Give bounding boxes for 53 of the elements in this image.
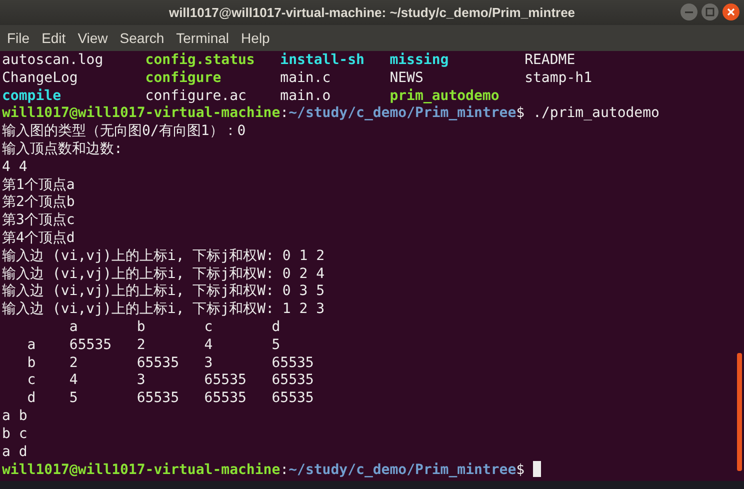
prompt-user-host: will1017@will1017-virtual-machine [2, 462, 280, 478]
file-name: NEWS [390, 70, 424, 88]
file-name: prim_autodemo [390, 88, 500, 106]
output-line: 输入边 (vi,vj)上的上标i, 下标j和权W: 1 2 3 [2, 301, 326, 319]
output-line: a 65535 2 4 5 [26, 336, 282, 355]
file-name: compile [2, 88, 62, 106]
command-text: ./prim_autodemo [533, 105, 660, 122]
output-line: b c [2, 426, 28, 444]
output-line: 输入边 (vi,vj)上的上标i, 下标j和权W: 0 2 4 [2, 266, 326, 284]
output-line: 第4个顶点d [2, 230, 76, 248]
file-name: main.o [280, 88, 332, 106]
output-line: 输入顶点数和边数: [2, 140, 124, 159]
file-name: README [524, 52, 576, 70]
output-line: a d [2, 444, 28, 462]
menu-item[interactable]: Edit [42, 30, 66, 46]
minimize-icon[interactable] [680, 3, 698, 21]
file-name: missing [390, 52, 450, 70]
prompt-colon: : [280, 462, 289, 478]
output-line: a b [2, 408, 28, 426]
scrollbar-thumb[interactable] [737, 353, 742, 471]
output-line: c 4 3 65535 65535 [26, 372, 315, 390]
prompt-user-host: will1017@will1017-virtual-machine [2, 105, 280, 122]
menu-item[interactable]: View [78, 30, 108, 46]
prompt-sign: $ [516, 462, 525, 478]
close-icon[interactable] [722, 3, 740, 21]
output-line: a b c d [68, 318, 282, 337]
output-line: 4 4 [2, 158, 28, 177]
output-line: d 5 65535 65535 65535 [26, 390, 315, 408]
file-name: config.status [145, 52, 256, 70]
output-line: 输入边 (vi,vj)上的上标i, 下标j和权W: 0 3 5 [2, 283, 326, 302]
output-line: 第3个顶点c [2, 212, 76, 230]
window-title: will1017@will1017-virtual-machine: ~/study/c_demo/Prim_mintree [168, 5, 576, 20]
menu-item[interactable]: Terminal [176, 30, 230, 46]
file-name: configure [145, 70, 222, 88]
output-line: b 2 65535 3 65535 [26, 354, 315, 372]
menu-item[interactable]: File [7, 30, 30, 46]
file-name: install-sh [280, 52, 366, 70]
output-line: 输入边 (vi,vj)上的上标i, 下标j和权W: 0 1 2 [2, 248, 326, 266]
file-name: autoscan.log [2, 52, 104, 70]
prompt-path: ~/study/c_demo/Prim_mintree [288, 105, 516, 122]
prompt-path: ~/study/c_demo/Prim_mintree [288, 462, 516, 478]
text-cursor [533, 461, 542, 478]
file-name: main.c [280, 70, 332, 88]
prompt-sign: $ [516, 105, 525, 122]
file-name: stamp-h1 [524, 70, 593, 88]
prompt-colon: : [280, 105, 289, 122]
menu-item[interactable]: Help [241, 30, 270, 46]
file-name: configure.ac [145, 88, 248, 106]
menu-item[interactable]: Search [120, 30, 164, 46]
output-line: 第2个顶点b [2, 194, 76, 212]
output-line: 输入图的类型（无向图0/有向图1）：0 [2, 123, 247, 141]
file-name: ChangeLog [2, 70, 79, 88]
output-line: 第1个顶点a [2, 176, 76, 194]
